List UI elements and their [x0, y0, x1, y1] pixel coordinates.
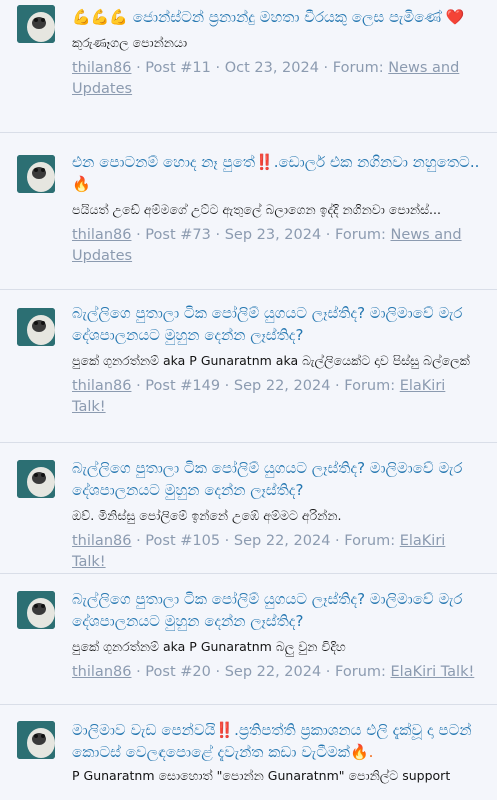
avatar[interactable]	[17, 721, 55, 759]
avatar[interactable]	[17, 155, 55, 193]
pug-avatar-icon	[17, 460, 55, 498]
post-number: Post #11	[145, 60, 211, 76]
thread-title-link[interactable]: බැල්ලිගෙ පුතාලා ටික පෝලිම් යුගයට ලෑස්තිද…	[72, 457, 481, 501]
avatar[interactable]	[17, 591, 55, 629]
author-link[interactable]: thilan86	[72, 664, 131, 680]
author-link[interactable]: thilan86	[72, 533, 131, 549]
forum-label: Forum:	[335, 664, 386, 680]
thread-title-link[interactable]: 💪💪💪 ජොන්ස්ටන් ප්‍රනාන්දු මහතා වීරයකු ලෙස…	[72, 6, 481, 28]
post-meta: thilan86 · Post #11 · Oct 23, 2024 · For…	[72, 60, 460, 97]
thread-title-link[interactable]: එන පොටනම් හොද නෑ පුතේ‼️.ඩොලර් එක නගිනවා …	[72, 151, 481, 195]
list-item: බැල්ලිගෙ පුතාලා ටික පෝලිම් යුගයට ලෑස්තිද…	[0, 443, 497, 574]
post-number: Post #105	[145, 533, 221, 549]
thread-title-text: එන පොටනම් හොද නෑ පුතේ	[72, 153, 255, 171]
author-link[interactable]: thilan86	[72, 60, 131, 76]
post-date: Oct 23, 2024	[224, 60, 319, 76]
post-date: Sep 22, 2024	[233, 378, 331, 394]
post-snippet: කුරුණෑගල පොන්නයා	[72, 35, 188, 50]
flexed-arm-icon: 💪💪💪	[72, 8, 129, 26]
pug-avatar-icon	[17, 591, 55, 629]
list-item: බැල්ලිගෙ පුතාලා ටික පෝලිම් යුගයට ලෑස්තිද…	[0, 574, 497, 705]
post-date: Sep 22, 2024	[233, 533, 331, 549]
list-item: 💪💪💪 ජොන්ස්ටන් ප්‍රනාන්දු මහතා වීරයකු ලෙස…	[0, 0, 497, 133]
post-meta: thilan86 · Post #149 · Sep 22, 2024 · Fo…	[72, 378, 446, 415]
post-snippet: ඔව්. මිනිස්සු පෝලිමේ ඉන්නේ උඹේ අම්මට අරි…	[72, 508, 342, 523]
post-snippet: P Gunaratnm සොහොත් "පොන්න Gunaratnm" පොන…	[72, 768, 451, 783]
list-item: බැල්ලිගෙ පුතාලා ටික පෝලිම් යුගයට ලෑස්තිද…	[0, 290, 497, 443]
pug-avatar-icon	[17, 155, 55, 193]
forum-label: Forum:	[344, 378, 396, 394]
thread-title-link[interactable]: බැල්ලිගෙ පුතාලා ටික පෝලිම් යුගයට ලෑස්තිද…	[72, 302, 481, 346]
forum-label: Forum:	[335, 227, 386, 243]
post-snippet: පයියත් උඩේ අම්මගේ උට්ට ඇතුලේ බලාගෙන ඉද්ද…	[72, 202, 441, 217]
double-exclamation-icon: ‼️	[255, 153, 274, 171]
post-meta: thilan86 · Post #20 · Sep 22, 2024 · For…	[72, 664, 475, 680]
avatar[interactable]	[17, 308, 55, 346]
pug-avatar-icon	[17, 721, 55, 759]
pug-avatar-icon	[17, 308, 55, 346]
forum-link[interactable]: ElaKiri Talk!	[391, 664, 475, 680]
list-item: එන පොටනම් හොද නෑ පුතේ‼️.ඩොලර් එක නගිනවා …	[0, 133, 497, 290]
fire-icon: 🔥	[72, 175, 91, 193]
forum-label: Forum:	[332, 60, 384, 76]
thread-title-text-2: .ඩොලර් එක නගිනවා නහුතෙට..	[273, 153, 480, 171]
post-snippet: පුකේ ගුනරත්නම් aka P Gunaratnm aka බැල්ල…	[72, 353, 470, 368]
avatar[interactable]	[17, 460, 55, 498]
list-item: මාලිමාව වැඩ පෙන්වයි‼️.ප්‍රතිපත්ති ප්‍රකා…	[0, 705, 497, 800]
post-date: Sep 23, 2024	[224, 227, 322, 243]
pug-avatar-icon	[17, 5, 55, 43]
author-link[interactable]: thilan86	[72, 227, 131, 243]
post-snippet: පුකේ ගුනරත්නම් aka P Gunaratnm බලු වුන ව…	[72, 639, 346, 654]
thread-title-link[interactable]: බැල්ලිගෙ පුතාලා ටික පෝලිම් යුගයට ලෑස්තිද…	[72, 588, 481, 632]
thread-title-text: මාලිමාව වැඩ පෙන්වයි	[72, 721, 216, 739]
post-number: Post #73	[145, 227, 211, 243]
thread-title-link[interactable]: මාලිමාව වැඩ පෙන්වයි‼️.ප්‍රතිපත්ති ප්‍රකා…	[72, 719, 481, 763]
double-exclamation-icon: ‼️	[215, 721, 235, 739]
post-meta: thilan86 · Post #73 · Sep 23, 2024 · For…	[72, 227, 462, 264]
post-date: Sep 22, 2024	[224, 664, 322, 680]
thread-title-text: ජොන්ස්ටන් ප්‍රනාන්දු මහතා වීරයකු ලෙස පැම…	[128, 8, 446, 26]
post-number: Post #149	[145, 378, 221, 394]
post-number: Post #20	[145, 664, 211, 680]
fire-icon: 🔥.	[349, 743, 374, 761]
forum-label: Forum:	[344, 533, 396, 549]
heart-icon: ❤️	[445, 8, 465, 26]
post-meta: thilan86 · Post #105 · Sep 22, 2024 · Fo…	[72, 533, 446, 570]
avatar[interactable]	[17, 5, 55, 43]
author-link[interactable]: thilan86	[72, 378, 131, 394]
